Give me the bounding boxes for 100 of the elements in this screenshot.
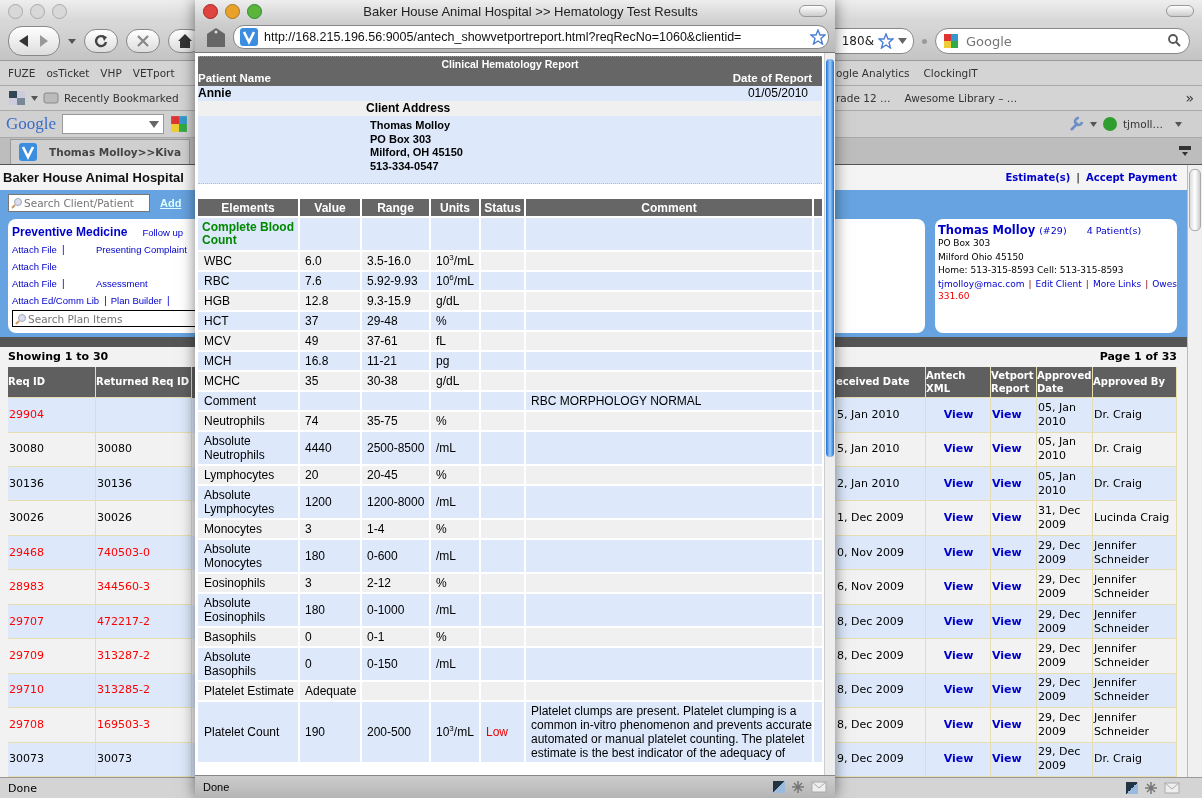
bookmark-link[interactable]: osTicket <box>46 67 90 79</box>
caret-icon[interactable] <box>149 120 160 128</box>
caret-icon[interactable] <box>1089 121 1097 127</box>
table-cell <box>481 432 524 464</box>
table-cell: Absolute Neutrophils <box>198 432 298 464</box>
view-link[interactable]: View <box>943 511 974 526</box>
bookmark-link[interactable]: VHP <box>100 67 122 79</box>
user-name[interactable]: tjmoll… <box>1122 118 1163 130</box>
table-cell <box>814 486 822 518</box>
bookmark-link[interactable]: VETport <box>132 67 175 79</box>
bookmark-folder[interactable]: Recently Bookmarked <box>64 92 179 104</box>
view-link[interactable]: View <box>943 545 974 560</box>
scrollbar[interactable] <box>824 53 835 775</box>
patients-link[interactable]: 4 Patient(s) <box>1086 225 1142 236</box>
view-link[interactable]: View <box>992 580 1022 595</box>
report-date: 01/05/2010 <box>747 86 808 101</box>
plan-link[interactable]: Presenting Complaint <box>96 243 187 255</box>
follow-up-link[interactable]: Follow up <box>142 226 184 238</box>
caret-icon[interactable] <box>31 95 38 101</box>
table-cell: /mL <box>431 486 479 518</box>
stop-button[interactable] <box>126 29 160 53</box>
google-search-field[interactable] <box>62 114 165 134</box>
view-link[interactable]: View <box>992 407 1022 422</box>
plan-link[interactable]: Attach File <box>12 277 57 289</box>
google-icon[interactable] <box>943 33 959 49</box>
window-title: Baker House Animal Hospital >> Hematology Test Results <box>362 3 699 19</box>
caret-icon[interactable] <box>1175 121 1182 127</box>
plan-title[interactable]: Preventive Medicine <box>12 225 128 239</box>
folder-icon <box>43 92 59 104</box>
view-link[interactable]: View <box>992 648 1022 663</box>
tab-menu-icon[interactable] <box>1178 145 1192 157</box>
table-cell: 180 <box>300 540 360 572</box>
snowflake-icon[interactable] <box>1144 781 1158 795</box>
view-link[interactable]: View <box>992 717 1022 732</box>
caret-icon[interactable] <box>68 38 76 44</box>
header-link[interactable]: Accept Payment <box>1086 172 1177 183</box>
view-link[interactable]: View <box>943 442 974 457</box>
table-cell <box>481 352 524 370</box>
star-icon[interactable] <box>810 29 826 45</box>
bookmark-link[interactable]: Awesome Library – … <box>904 92 1018 104</box>
view-link[interactable]: View <box>943 580 974 595</box>
view-link[interactable]: View <box>992 476 1022 491</box>
bookmarks-icon[interactable] <box>8 90 26 106</box>
column-header: Elements <box>198 199 298 216</box>
zoom-button[interactable] <box>247 3 262 19</box>
bookmark-link[interactable]: FUZE <box>8 67 36 79</box>
view-link[interactable]: View <box>992 683 1022 698</box>
view-link[interactable]: View <box>992 752 1022 767</box>
table-cell: 31, Dec 2009 <box>1037 501 1093 536</box>
bookmark-link[interactable]: rade 12 … <box>836 92 891 104</box>
client-link[interactable]: Edit Client <box>1035 277 1082 291</box>
search-icon[interactable] <box>1168 34 1181 47</box>
browser-tab[interactable]: Thomas Molloy>>Kiva <box>10 138 190 164</box>
tag-icon[interactable] <box>205 26 227 48</box>
plan-link[interactable]: Plan Builder <box>110 294 162 306</box>
plan-link[interactable]: Assessment <box>96 277 148 289</box>
view-link[interactable]: View <box>943 752 974 767</box>
toolbar-toggle-button[interactable] <box>799 5 827 17</box>
back-forward-button[interactable] <box>8 26 60 56</box>
snowflake-icon[interactable] <box>791 780 805 794</box>
scrollbar[interactable] <box>1187 165 1202 777</box>
view-link[interactable]: View <box>992 442 1022 457</box>
view-link[interactable]: View <box>992 511 1022 526</box>
more-bookmarks-button[interactable]: » <box>1185 90 1194 106</box>
view-link[interactable]: View <box>943 717 974 732</box>
toolbar-toggle-button[interactable] <box>1166 5 1194 17</box>
bookmark-link[interactable]: ClockingIT <box>923 67 978 79</box>
header-link[interactable]: Estimate(s) <box>1005 172 1071 183</box>
reload-button[interactable] <box>84 29 118 53</box>
client-link[interactable]: Owes <box>1152 277 1177 291</box>
bookmark-link[interactable]: ogle Analytics <box>836 67 910 79</box>
table-cell: 9.3-15.9 <box>362 292 429 310</box>
plan-link[interactable]: Attach File <box>12 260 57 272</box>
star-icon[interactable] <box>878 33 894 49</box>
view-link[interactable]: View <box>943 614 974 629</box>
google-icon[interactable] <box>170 115 189 133</box>
report-title: Clinical Hematology Report <box>440 57 580 71</box>
minimize-button[interactable] <box>225 3 240 19</box>
plan-link[interactable]: Attach File <box>12 243 57 255</box>
plan-link[interactable]: Attach Ed/Comm Lib <box>12 294 100 306</box>
client-link[interactable]: More Links <box>1092 277 1142 291</box>
address-field[interactable]: http://168.215.196.56:9005/antech_showvetportreport.html?reqRecNo=1060&clientid= <box>233 25 829 49</box>
view-link[interactable]: View <box>943 407 974 422</box>
table-cell: Basophils <box>198 628 298 646</box>
client-name[interactable]: Thomas Molloy <box>938 223 1036 237</box>
client-link[interactable]: tjmolloy@mac.com <box>938 277 1025 291</box>
tile-icon[interactable] <box>1126 782 1138 794</box>
view-link[interactable]: View <box>992 545 1022 560</box>
view-link[interactable]: View <box>943 476 974 491</box>
tile-icon[interactable] <box>773 781 785 793</box>
search-field[interactable]: Google <box>935 28 1190 54</box>
table-cell: HGB <box>198 292 298 310</box>
caret-icon[interactable] <box>898 38 907 44</box>
view-link[interactable]: View <box>992 614 1022 629</box>
table-cell: pg <box>431 352 479 370</box>
view-link[interactable]: View <box>943 648 974 663</box>
table-cell: 0-1 <box>362 628 429 646</box>
client-search-field[interactable]: Search Client/Patient <box>8 194 150 212</box>
close-button[interactable] <box>203 3 218 19</box>
view-link[interactable]: View <box>943 683 974 698</box>
